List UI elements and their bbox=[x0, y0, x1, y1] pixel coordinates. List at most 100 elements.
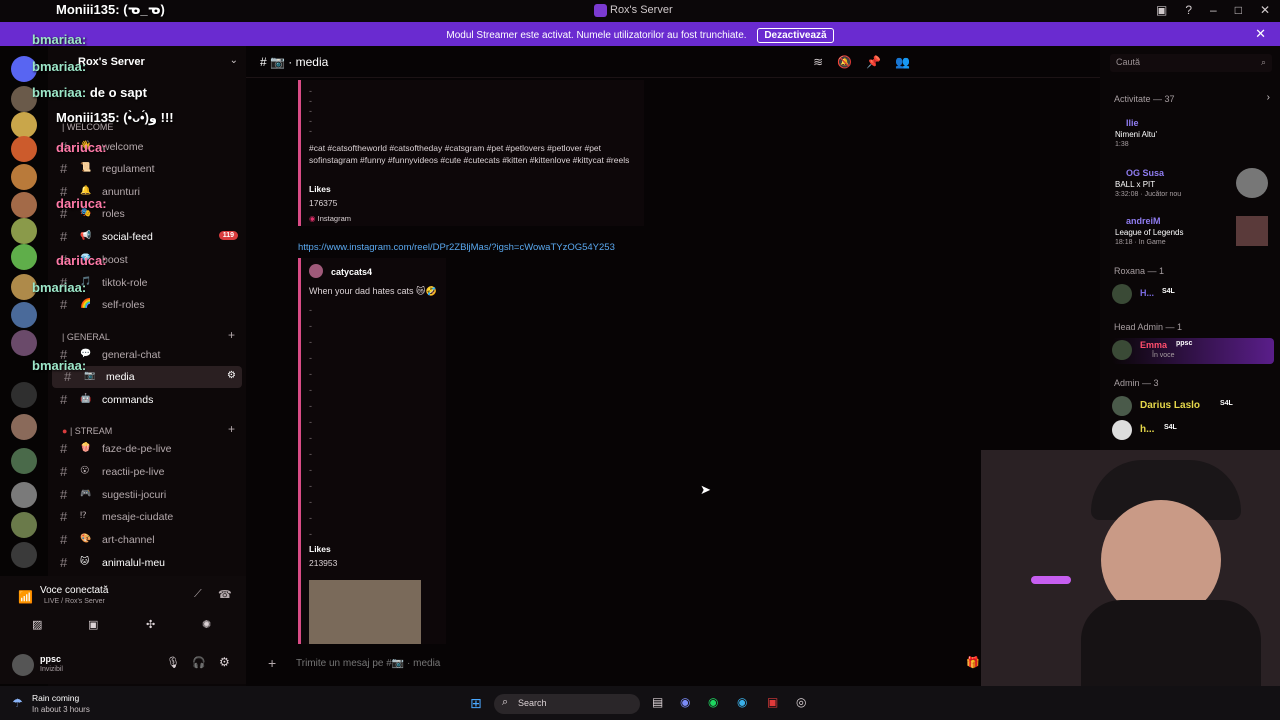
member-name: H... bbox=[1140, 288, 1155, 298]
add-channel-icon[interactable]: + bbox=[228, 328, 235, 342]
channel-mesaje-ciudate[interactable]: # ⁉ mesaje-ciudate bbox=[48, 506, 246, 528]
server-icon[interactable] bbox=[11, 330, 37, 356]
windows-start-icon[interactable]: ⊞ bbox=[470, 695, 482, 712]
channel-emoji: 🔔 bbox=[80, 185, 92, 195]
embed-author[interactable]: catycats4 bbox=[331, 267, 372, 277]
member-item[interactable]: H... S4L bbox=[1112, 282, 1277, 308]
discord-icon[interactable]: ◉ bbox=[680, 695, 690, 709]
channel-faze-de-pe-live[interactable]: # 🍿 faze-de-pe-live bbox=[48, 438, 246, 460]
category-stream[interactable]: ● | STREAM bbox=[62, 426, 112, 436]
camera-off-icon[interactable]: ▨ bbox=[32, 618, 42, 631]
channel-commands[interactable]: # 🤖 commands bbox=[48, 389, 246, 411]
author-avatar[interactable] bbox=[309, 264, 323, 278]
gift-icon[interactable]: 🎁 bbox=[966, 656, 980, 669]
title-bar: Rox's Server ▣ ? – □ ✕ bbox=[0, 0, 1280, 22]
channel-emoji: 😮 bbox=[80, 465, 90, 475]
members-icon[interactable]: 👥 bbox=[895, 55, 910, 69]
window-title: Rox's Server bbox=[610, 4, 673, 16]
add-attachment-icon[interactable]: + bbox=[268, 655, 276, 671]
header-icons: ≋ 🔕 📌 👥 bbox=[813, 55, 910, 69]
server-icon[interactable] bbox=[11, 482, 37, 508]
activity-item[interactable]: andreiM League of Legends 18:18 · In Gam… bbox=[1112, 214, 1277, 248]
threads-icon[interactable]: ≋ bbox=[813, 55, 823, 69]
add-channel-icon[interactable]: + bbox=[228, 422, 235, 436]
likes-value: 176375 bbox=[309, 198, 338, 208]
soundboard-icon[interactable]: ✺ bbox=[202, 618, 211, 631]
server-icon[interactable] bbox=[11, 164, 37, 190]
server-icon[interactable] bbox=[11, 136, 37, 162]
chevron-right-icon[interactable]: › bbox=[1267, 92, 1270, 103]
overlay-message: bmariaa: bbox=[32, 32, 86, 47]
activity-time: 3:32:08 · Jucător nou bbox=[1115, 191, 1182, 198]
server-icon[interactable] bbox=[11, 448, 37, 474]
channel-regulament[interactable]: # 📜 regulament bbox=[48, 158, 246, 180]
activities-icon[interactable]: ✣ bbox=[146, 618, 155, 631]
channel-animalul-meu[interactable]: # 🐱 animalul-meu bbox=[48, 552, 246, 574]
app-icon[interactable]: ▣ bbox=[767, 695, 778, 709]
chevron-down-icon[interactable]: ⌄ bbox=[230, 55, 238, 66]
weather-icon[interactable]: ☂ bbox=[12, 696, 23, 710]
member-item[interactable]: h... S4L bbox=[1112, 418, 1277, 444]
channel-sugestii-jocuri[interactable]: # 🎮 sugestii-jocuri bbox=[48, 484, 246, 506]
server-icon[interactable] bbox=[11, 542, 37, 568]
header-channel-label: media bbox=[295, 55, 329, 69]
server-icon[interactable] bbox=[11, 218, 37, 244]
channel-self-roles[interactable]: # 🌈 self-roles bbox=[48, 294, 246, 316]
channel-emoji: ⁉ bbox=[80, 510, 87, 520]
server-icon[interactable] bbox=[11, 302, 37, 328]
voice-location[interactable]: LIVE / Rox's Server bbox=[44, 598, 105, 605]
activity-item[interactable]: OG Susa BALL x PIT 3:32:08 · Jucător nou bbox=[1112, 166, 1277, 200]
taskbar-search[interactable]: ⌕ Search bbox=[494, 694, 640, 714]
server-icon[interactable] bbox=[11, 382, 37, 408]
server-icon[interactable] bbox=[11, 244, 37, 270]
overlay-message: bmariaa: bbox=[32, 358, 86, 373]
category-general[interactable]: | GENERAL bbox=[62, 332, 110, 342]
channel-social-feed[interactable]: # 📢 social-feed 119 bbox=[48, 226, 246, 248]
disable-streamer-button[interactable]: Dezactivează bbox=[757, 28, 834, 43]
noise-suppression-icon[interactable]: ⟋ bbox=[194, 588, 202, 601]
help-icon[interactable]: ? bbox=[1185, 3, 1192, 17]
avatar[interactable] bbox=[12, 654, 34, 676]
channel-reactii-pe-live[interactable]: # 😮 reactii-pe-live bbox=[48, 461, 246, 483]
obs-icon[interactable]: ◎ bbox=[796, 695, 806, 709]
channel-name: tiktok-role bbox=[102, 277, 148, 289]
channel-art-channel[interactable]: # 🎨 art-channel bbox=[48, 529, 246, 551]
hash-icon: # bbox=[60, 509, 68, 524]
message-input[interactable] bbox=[296, 653, 856, 673]
instagram-link[interactable]: https://www.instagram.com/reel/DPr2ZBljM… bbox=[298, 242, 615, 253]
headphones-icon[interactable]: 🎧 bbox=[192, 656, 206, 669]
overlay-user: bmariaa: bbox=[32, 59, 87, 74]
server-icon[interactable] bbox=[11, 112, 37, 138]
server-icon[interactable] bbox=[11, 512, 37, 538]
user-settings-icon[interactable]: ⚙ bbox=[219, 655, 230, 669]
microphone-icon[interactable]: 🎙 bbox=[166, 656, 180, 669]
spotify-icon[interactable]: ◉ bbox=[708, 695, 718, 709]
activity-item[interactable]: Ilie Nimeni Altu' 1:38 bbox=[1112, 116, 1277, 150]
overlay-user: dariuca: bbox=[56, 140, 107, 155]
member-status: În voce bbox=[1152, 352, 1175, 359]
video-thumbnail[interactable] bbox=[309, 580, 421, 644]
chat-area: # 📷 · media ≋ 🔕 📌 👥 ----- #cat #catsofth… bbox=[246, 46, 1100, 686]
close-window-button[interactable]: ✕ bbox=[1260, 3, 1270, 17]
server-icon[interactable] bbox=[11, 414, 37, 440]
disconnect-icon[interactable]: ☎ bbox=[218, 588, 232, 601]
mouse-cursor-icon: ➤ bbox=[700, 482, 711, 497]
server-icon[interactable] bbox=[11, 192, 37, 218]
file-explorer-icon[interactable]: ▤ bbox=[652, 695, 663, 709]
role-header-admin: Admin — 3 bbox=[1114, 378, 1159, 388]
server-name[interactable]: Rox's Server bbox=[78, 56, 145, 68]
edge-icon[interactable]: ◉ bbox=[737, 695, 747, 709]
maximize-button[interactable]: □ bbox=[1235, 3, 1242, 17]
settings-gear-icon[interactable]: ⚙ bbox=[227, 370, 236, 381]
notifications-icon[interactable]: 🔕 bbox=[837, 55, 852, 69]
weather-title[interactable]: Rain coming bbox=[32, 693, 79, 703]
search-input[interactable]: Caută ⌕ bbox=[1110, 54, 1272, 72]
member-item[interactable]: Emma ppsc În voce bbox=[1112, 338, 1274, 364]
close-banner-icon[interactable]: ✕ bbox=[1255, 26, 1266, 42]
screen-share-icon[interactable]: ▣ bbox=[88, 618, 98, 631]
member-item[interactable]: Darius Laslo S4L bbox=[1112, 394, 1277, 420]
inbox-icon[interactable]: ▣ bbox=[1156, 3, 1167, 17]
embed-footer: ◉ Instagram bbox=[309, 214, 351, 223]
minimize-button[interactable]: – bbox=[1210, 3, 1217, 17]
pin-icon[interactable]: 📌 bbox=[866, 55, 881, 69]
